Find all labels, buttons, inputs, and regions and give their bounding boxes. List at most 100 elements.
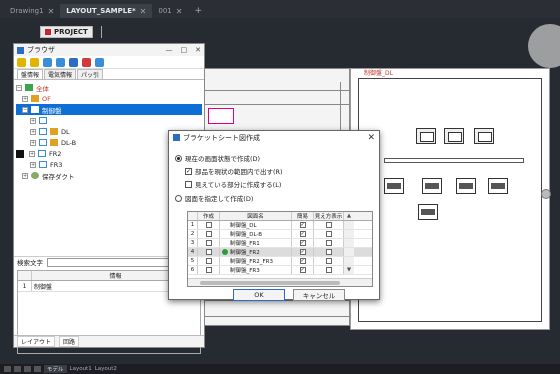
unlink-icon[interactable] (56, 57, 65, 67)
tab-pack[interactable]: パッ引 (77, 69, 104, 79)
option-visible-part[interactable]: 見えている部分に作成する(L) (185, 179, 281, 189)
tab-electrical-info[interactable]: 電気情報 (44, 69, 77, 79)
refresh-icon[interactable] (95, 57, 104, 67)
tab-layout2[interactable]: Layout2 (95, 366, 117, 372)
grid-row[interactable]: 2 制御盤_DL-B ✓ (188, 230, 372, 239)
expand-icon[interactable]: + (30, 139, 36, 146)
checkbox[interactable]: ✓ (185, 167, 192, 175)
navigation-wheel-icon[interactable] (528, 24, 560, 68)
simple-checkbox[interactable]: ✓ (299, 222, 306, 228)
filter-icon[interactable] (17, 57, 26, 67)
close-icon[interactable]: ✕ (176, 7, 183, 16)
visible-checkbox[interactable] (325, 267, 332, 273)
scroll-track[interactable] (344, 230, 354, 238)
tab-layout-sample[interactable]: LAYOUT_SAMPLE* ✕ (60, 4, 153, 18)
scroll-down-icon[interactable]: ▼ (344, 266, 354, 274)
row-number: 4 (188, 248, 198, 256)
collapse-icon[interactable]: − (16, 84, 22, 91)
layer-icon[interactable] (69, 57, 78, 67)
tree-item-blank[interactable]: + (16, 115, 202, 126)
tab-layout1[interactable]: Layout1 (70, 366, 92, 372)
col-no (188, 212, 198, 220)
make-checkbox[interactable] (205, 249, 212, 255)
make-checkbox[interactable] (205, 222, 212, 228)
expand-icon[interactable]: + (30, 161, 36, 168)
visible-checkbox[interactable] (325, 231, 332, 237)
tree-item-of[interactable]: + OF (16, 93, 202, 104)
make-checkbox[interactable] (205, 258, 212, 264)
grid-row[interactable]: 1 制御盤_DL ✓ (188, 221, 372, 230)
simple-checkbox[interactable]: ✓ (299, 249, 306, 255)
ok-button[interactable]: OK (233, 289, 285, 301)
first-page-icon[interactable] (4, 366, 11, 372)
make-checkbox[interactable] (205, 240, 212, 246)
maximize-icon[interactable]: □ (181, 46, 188, 54)
scroll-up-icon[interactable]: ▲ (344, 212, 354, 220)
simple-checkbox[interactable]: ✓ (299, 258, 306, 264)
close-icon[interactable]: ✕ (195, 46, 201, 54)
make-checkbox[interactable] (205, 231, 212, 237)
option-current-screen[interactable]: 現在の画面状態で作成(D) (175, 153, 260, 163)
visible-checkbox[interactable] (325, 258, 332, 264)
option-parts-range[interactable]: ✓ 部品を現状の範囲内で出す(R) (185, 166, 283, 176)
next-page-icon[interactable] (24, 366, 31, 372)
grid-row[interactable]: 3 制御盤_FR1 ✓ (188, 239, 372, 248)
simple-cell: ✓ (292, 230, 314, 238)
expand-icon[interactable]: + (22, 172, 28, 179)
prev-page-icon[interactable] (14, 366, 21, 372)
visible-checkbox[interactable] (325, 222, 332, 228)
simple-checkbox[interactable]: ✓ (299, 240, 306, 246)
simple-checkbox[interactable]: ✓ (299, 267, 306, 273)
expand-icon[interactable]: + (30, 117, 36, 124)
scroll-track[interactable] (344, 221, 354, 229)
cancel-button[interactable]: キャンセル (293, 289, 345, 301)
expand-icon[interactable]: + (30, 128, 36, 135)
collapse-icon[interactable]: − (22, 106, 28, 113)
tab-panel-info[interactable]: 盤情報 (17, 69, 44, 79)
project-icon (45, 29, 51, 35)
tree-label: 保存ダクト (42, 172, 75, 181)
close-icon[interactable]: ✕ (367, 133, 375, 143)
search-label: 検索文字 (17, 259, 43, 267)
tab-drawing1[interactable]: Drawing1 ✕ (4, 4, 60, 18)
expand-icon[interactable]: + (29, 150, 35, 157)
visible-checkbox[interactable] (325, 249, 332, 255)
make-checkbox[interactable] (205, 267, 212, 273)
tree-item-control-panel[interactable]: − 制御盤 (16, 104, 202, 115)
tab-001[interactable]: 001 ✕ (152, 4, 188, 18)
project-button[interactable]: PROJECT (40, 26, 93, 38)
close-icon[interactable]: ✕ (48, 7, 55, 16)
minimize-icon[interactable]: — (166, 46, 173, 54)
dialog-title: ブラケットシート図作成 (183, 133, 260, 142)
header-blank (18, 271, 32, 280)
grid-row[interactable]: 5 制御盤_FR2_FR3 ✓ (188, 257, 372, 266)
link-icon[interactable] (43, 57, 52, 67)
close-icon[interactable]: ✕ (140, 7, 147, 16)
row-number: 6 (188, 266, 198, 274)
scrollbar-thumb[interactable] (200, 281, 340, 285)
delete-icon[interactable] (82, 57, 91, 67)
grid-row[interactable]: 4 制御盤_FR2 ✓ (188, 248, 372, 257)
grid-row[interactable]: 6 制御盤_FR3 ✓ ▼ (188, 266, 372, 275)
scroll-track[interactable] (344, 248, 354, 256)
last-page-icon[interactable] (34, 366, 41, 372)
tree-label: 全体 (36, 84, 49, 93)
new-tab-plus-icon[interactable]: + (188, 4, 208, 18)
visible-checkbox[interactable] (325, 240, 332, 246)
checkbox[interactable] (185, 180, 192, 188)
tab-model[interactable]: モデル (44, 365, 67, 373)
radio-button[interactable] (175, 154, 182, 162)
scroll-track[interactable] (344, 239, 354, 247)
filter-clear-icon[interactable] (30, 57, 39, 67)
simple-checkbox[interactable]: ✓ (299, 231, 306, 237)
browser-bottom-tabs: レイアウト 回路 (14, 335, 204, 347)
option-specify-drawing[interactable]: 図面を指定して作成(D) (175, 193, 253, 203)
tab-layout[interactable]: レイアウト (17, 336, 56, 347)
tab-circuit[interactable]: 回路 (59, 336, 80, 347)
expand-icon[interactable]: + (22, 95, 28, 102)
horizontal-scrollbar[interactable] (188, 278, 372, 286)
scroll-track[interactable] (344, 257, 354, 265)
radio-button[interactable] (175, 194, 182, 202)
folder-icon (25, 84, 33, 91)
tree-item-all[interactable]: − 全体 (16, 82, 202, 93)
